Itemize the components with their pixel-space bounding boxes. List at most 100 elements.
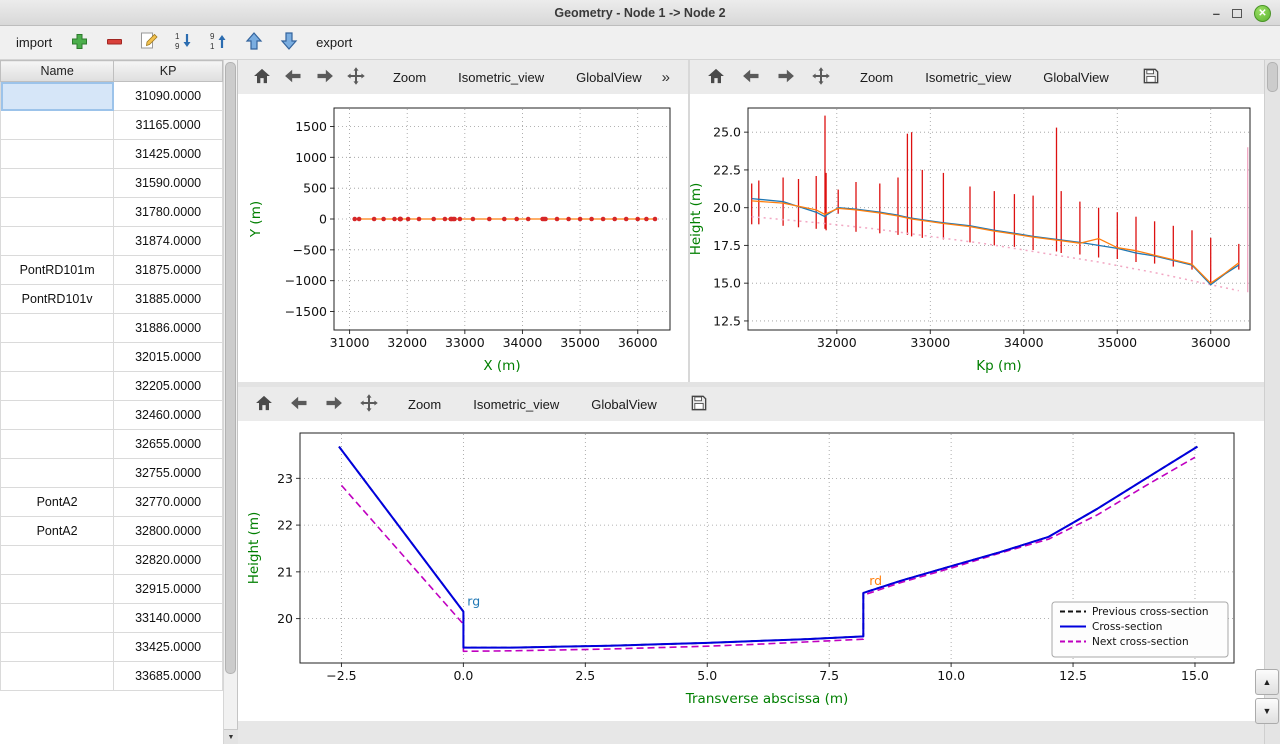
sort-ascending-button[interactable]: 19 [172,30,196,56]
kp-cell[interactable]: 31165.0000 [114,111,223,140]
table-row[interactable]: 31886.0000 [1,314,223,343]
name-cell[interactable] [1,575,114,604]
name-cell[interactable] [1,227,114,256]
name-cell[interactable] [1,140,114,169]
home-button[interactable] [248,63,276,91]
pan-button[interactable] [805,63,837,91]
name-cell[interactable]: PontRD101v [1,285,114,314]
table-row[interactable]: 32205.0000 [1,372,223,401]
column-header-name[interactable]: Name [1,61,114,82]
name-cell[interactable] [1,546,114,575]
table-row[interactable]: 32655.0000 [1,430,223,459]
table-row[interactable]: 32015.0000 [1,343,223,372]
table-row[interactable]: 31425.0000 [1,140,223,169]
table-row[interactable]: 31165.0000 [1,111,223,140]
home-button[interactable] [700,63,732,91]
table-scrollbar[interactable]: ▼ [223,60,237,744]
maximize-button[interactable] [1232,9,1242,18]
kp-cell[interactable]: 31885.0000 [114,285,223,314]
name-cell[interactable] [1,82,114,111]
minimize-button[interactable]: – [1213,7,1220,20]
kp-cell[interactable]: 31780.0000 [114,198,223,227]
table-row[interactable]: 32755.0000 [1,459,223,488]
table-row[interactable]: 31780.0000 [1,198,223,227]
scroll-down-button[interactable]: ▼ [1255,698,1279,724]
kp-cell[interactable]: 33140.0000 [114,604,223,633]
kp-cell[interactable]: 33685.0000 [114,662,223,691]
table-row[interactable]: 32915.0000 [1,575,223,604]
kp-cell[interactable]: 31425.0000 [114,140,223,169]
name-cell[interactable] [1,604,114,633]
import-button[interactable]: import [12,35,56,50]
kp-cell[interactable]: 32460.0000 [114,401,223,430]
forward-button[interactable] [770,63,802,91]
zoom-button[interactable]: Zoom [384,65,435,90]
kp-cell[interactable]: 32820.0000 [114,546,223,575]
kp-cell[interactable]: 31090.0000 [114,82,223,111]
name-cell[interactable] [1,372,114,401]
kp-cell[interactable]: 31875.0000 [114,256,223,285]
cross-section-chart[interactable]: −2.50.02.55.07.510.012.515.020212223rgrd… [238,421,1264,721]
isometric-view-button[interactable]: Isometric_view [464,392,568,417]
name-cell[interactable] [1,169,114,198]
pan-button[interactable] [353,390,385,418]
kp-cell[interactable]: 32755.0000 [114,459,223,488]
save-figure-button[interactable] [683,390,715,418]
global-view-button[interactable]: GlobalView [582,392,666,417]
table-row[interactable]: PontA232800.0000 [1,517,223,546]
name-cell[interactable] [1,314,114,343]
toolbar-overflow-button[interactable]: » [654,69,678,86]
kp-cell[interactable]: 32015.0000 [114,343,223,372]
table-row[interactable]: 31874.0000 [1,227,223,256]
back-button[interactable] [279,63,307,91]
kp-cell[interactable]: 33425.0000 [114,633,223,662]
table-row[interactable]: PontRD101m31875.0000 [1,256,223,285]
name-cell[interactable] [1,401,114,430]
forward-button[interactable] [310,63,338,91]
name-cell[interactable] [1,459,114,488]
export-button[interactable]: export [312,35,356,50]
edit-button[interactable] [137,30,161,56]
window-scrollbar-thumb[interactable] [1267,62,1278,92]
table-row[interactable]: 33685.0000 [1,662,223,691]
table-row[interactable]: 31090.0000 [1,82,223,111]
name-cell[interactable] [1,430,114,459]
kp-cell[interactable]: 32770.0000 [114,488,223,517]
name-cell[interactable] [1,633,114,662]
name-cell[interactable] [1,111,114,140]
global-view-button[interactable]: GlobalView [567,65,651,90]
table-row[interactable]: 31590.0000 [1,169,223,198]
kp-cell[interactable]: 32915.0000 [114,575,223,604]
name-cell[interactable] [1,198,114,227]
forward-button[interactable] [318,390,350,418]
kp-cell[interactable]: 32205.0000 [114,372,223,401]
profile-chart[interactable]: 320003300034000350003600012.515.017.520.… [690,94,1264,382]
close-button[interactable]: ✕ [1254,5,1271,22]
kp-cell[interactable]: 31886.0000 [114,314,223,343]
table-scrollbar-thumb[interactable] [225,62,236,674]
home-button[interactable] [248,390,280,418]
name-cell[interactable]: PontA2 [1,517,114,546]
name-cell[interactable]: PontRD101m [1,256,114,285]
sort-descending-button[interactable]: 91 [207,30,231,56]
table-row[interactable]: 32460.0000 [1,401,223,430]
kp-cell[interactable]: 32655.0000 [114,430,223,459]
table-row[interactable]: 32820.0000 [1,546,223,575]
scroll-up-button[interactable]: ▲ [1255,669,1279,695]
table-scroll-down-button[interactable]: ▼ [224,729,238,744]
table-row[interactable]: PontRD101v31885.0000 [1,285,223,314]
move-up-button[interactable] [242,30,266,56]
window-scrollbar[interactable] [1264,60,1280,744]
column-header-kp[interactable]: KP [114,61,223,82]
add-row-button[interactable] [67,30,91,56]
kp-cell[interactable]: 32800.0000 [114,517,223,546]
zoom-button[interactable]: Zoom [851,65,902,90]
isometric-view-button[interactable]: Isometric_view [916,65,1020,90]
remove-row-button[interactable] [102,30,126,56]
back-button[interactable] [283,390,315,418]
pan-button[interactable] [342,63,370,91]
plan-view-chart[interactable]: 310003200033000340003500036000−1500−1000… [238,94,688,382]
name-cell[interactable] [1,662,114,691]
table-row[interactable]: PontA232770.0000 [1,488,223,517]
save-figure-button[interactable] [1135,63,1167,91]
